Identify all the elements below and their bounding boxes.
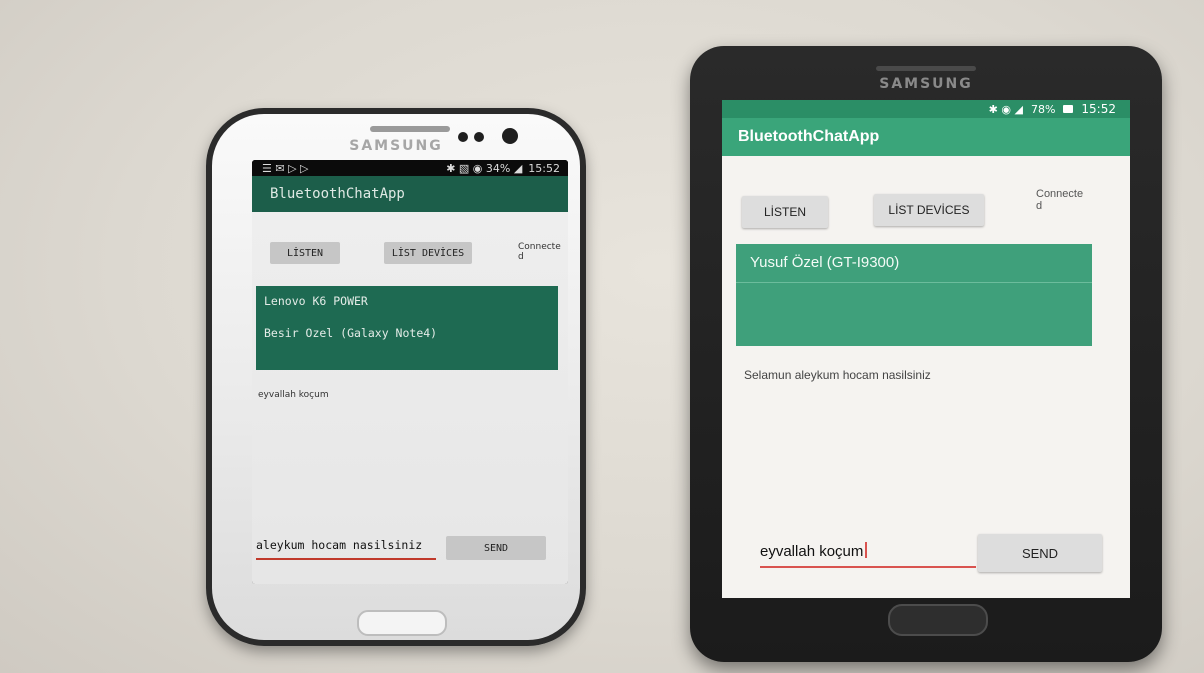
connection-status-line1: Connecte bbox=[518, 242, 561, 252]
connection-status-line2: d bbox=[518, 252, 524, 262]
system-icons: ✱ ◉ ◢ bbox=[988, 102, 1023, 116]
app-content: LİSTEN LİST DEVİCES Connecte d Lenovo K6… bbox=[252, 212, 568, 584]
message-input-value: eyvallah koçum bbox=[760, 543, 864, 560]
earpiece-speaker bbox=[370, 126, 450, 132]
device-list: Yusuf Özel (GT-I9300) bbox=[736, 244, 1092, 346]
status-time: 15:52 bbox=[528, 161, 560, 175]
list-devices-button[interactable]: LİST DEVİCES bbox=[384, 242, 472, 264]
device-list: Lenovo K6 POWER Besir Ozel (Galaxy Note4… bbox=[256, 286, 558, 370]
battery-percent: 78% bbox=[1030, 102, 1056, 116]
earpiece-speaker bbox=[876, 66, 976, 71]
system-icons: ✱ ▧ ◉ 34% ◢ bbox=[446, 161, 523, 175]
app-title: BluetoothChatApp bbox=[722, 118, 1130, 156]
brand-logo: SAMSUNG bbox=[349, 138, 443, 154]
device-list-item[interactable]: Lenovo K6 POWER bbox=[256, 286, 558, 318]
text-cursor bbox=[865, 542, 868, 558]
list-devices-button[interactable]: LİST DEVİCES bbox=[874, 194, 984, 226]
connection-status-line2: d bbox=[1036, 200, 1043, 212]
app-title: BluetoothChatApp bbox=[252, 176, 568, 212]
connection-status-line1: Connecte bbox=[1036, 188, 1084, 200]
status-time: 15:52 bbox=[1081, 102, 1116, 116]
brand-logo: SAMSUNG bbox=[879, 76, 973, 92]
device-list-item[interactable]: Yusuf Özel (GT-I9300) bbox=[736, 244, 1092, 283]
notification-icons: ☰ ✉ ▷ ▷ bbox=[262, 161, 309, 175]
listen-button[interactable]: LİSTEN bbox=[742, 196, 828, 228]
send-button[interactable]: SEND bbox=[446, 536, 546, 560]
battery-icon bbox=[1063, 105, 1074, 113]
message-input[interactable]: eyvallah koçum bbox=[760, 542, 976, 568]
received-message: Selamun aleykum hocam nasilsiniz bbox=[744, 368, 931, 382]
status-bar: ☰ ✉ ▷ ▷ ✱ ▧ ◉ 34% ◢ 15:52 bbox=[252, 160, 568, 176]
home-button[interactable] bbox=[888, 604, 988, 636]
home-button[interactable] bbox=[357, 610, 447, 636]
status-bar: ✱ ◉ ◢ 78% 15:52 bbox=[722, 100, 1130, 118]
device-list-item[interactable]: Besir Ozel (Galaxy Note4) bbox=[256, 318, 558, 350]
send-button[interactable]: SEND bbox=[978, 534, 1102, 572]
connection-status: Connecte d bbox=[518, 242, 561, 262]
listen-button[interactable]: LİSTEN bbox=[270, 242, 340, 264]
status-right: ✱ ▧ ◉ 34% ◢ 15:52 bbox=[446, 162, 560, 175]
connection-status: Connecte d bbox=[1036, 188, 1083, 212]
received-message: eyvallah koçum bbox=[258, 390, 329, 400]
right-phone: SAMSUNG ✱ ◉ ◢ 78% 15:52 BluetoothChatApp… bbox=[690, 46, 1162, 662]
right-screen: ✱ ◉ ◢ 78% 15:52 BluetoothChatApp LİSTEN … bbox=[722, 100, 1130, 598]
left-screen: ☰ ✉ ▷ ▷ ✱ ▧ ◉ 34% ◢ 15:52 BluetoothChatA… bbox=[252, 160, 568, 584]
left-phone: SAMSUNG ☰ ✉ ▷ ▷ ✱ ▧ ◉ 34% ◢ 15:52 Blueto… bbox=[206, 108, 586, 646]
message-input[interactable]: aleykum hocam nasilsiniz bbox=[256, 538, 436, 560]
